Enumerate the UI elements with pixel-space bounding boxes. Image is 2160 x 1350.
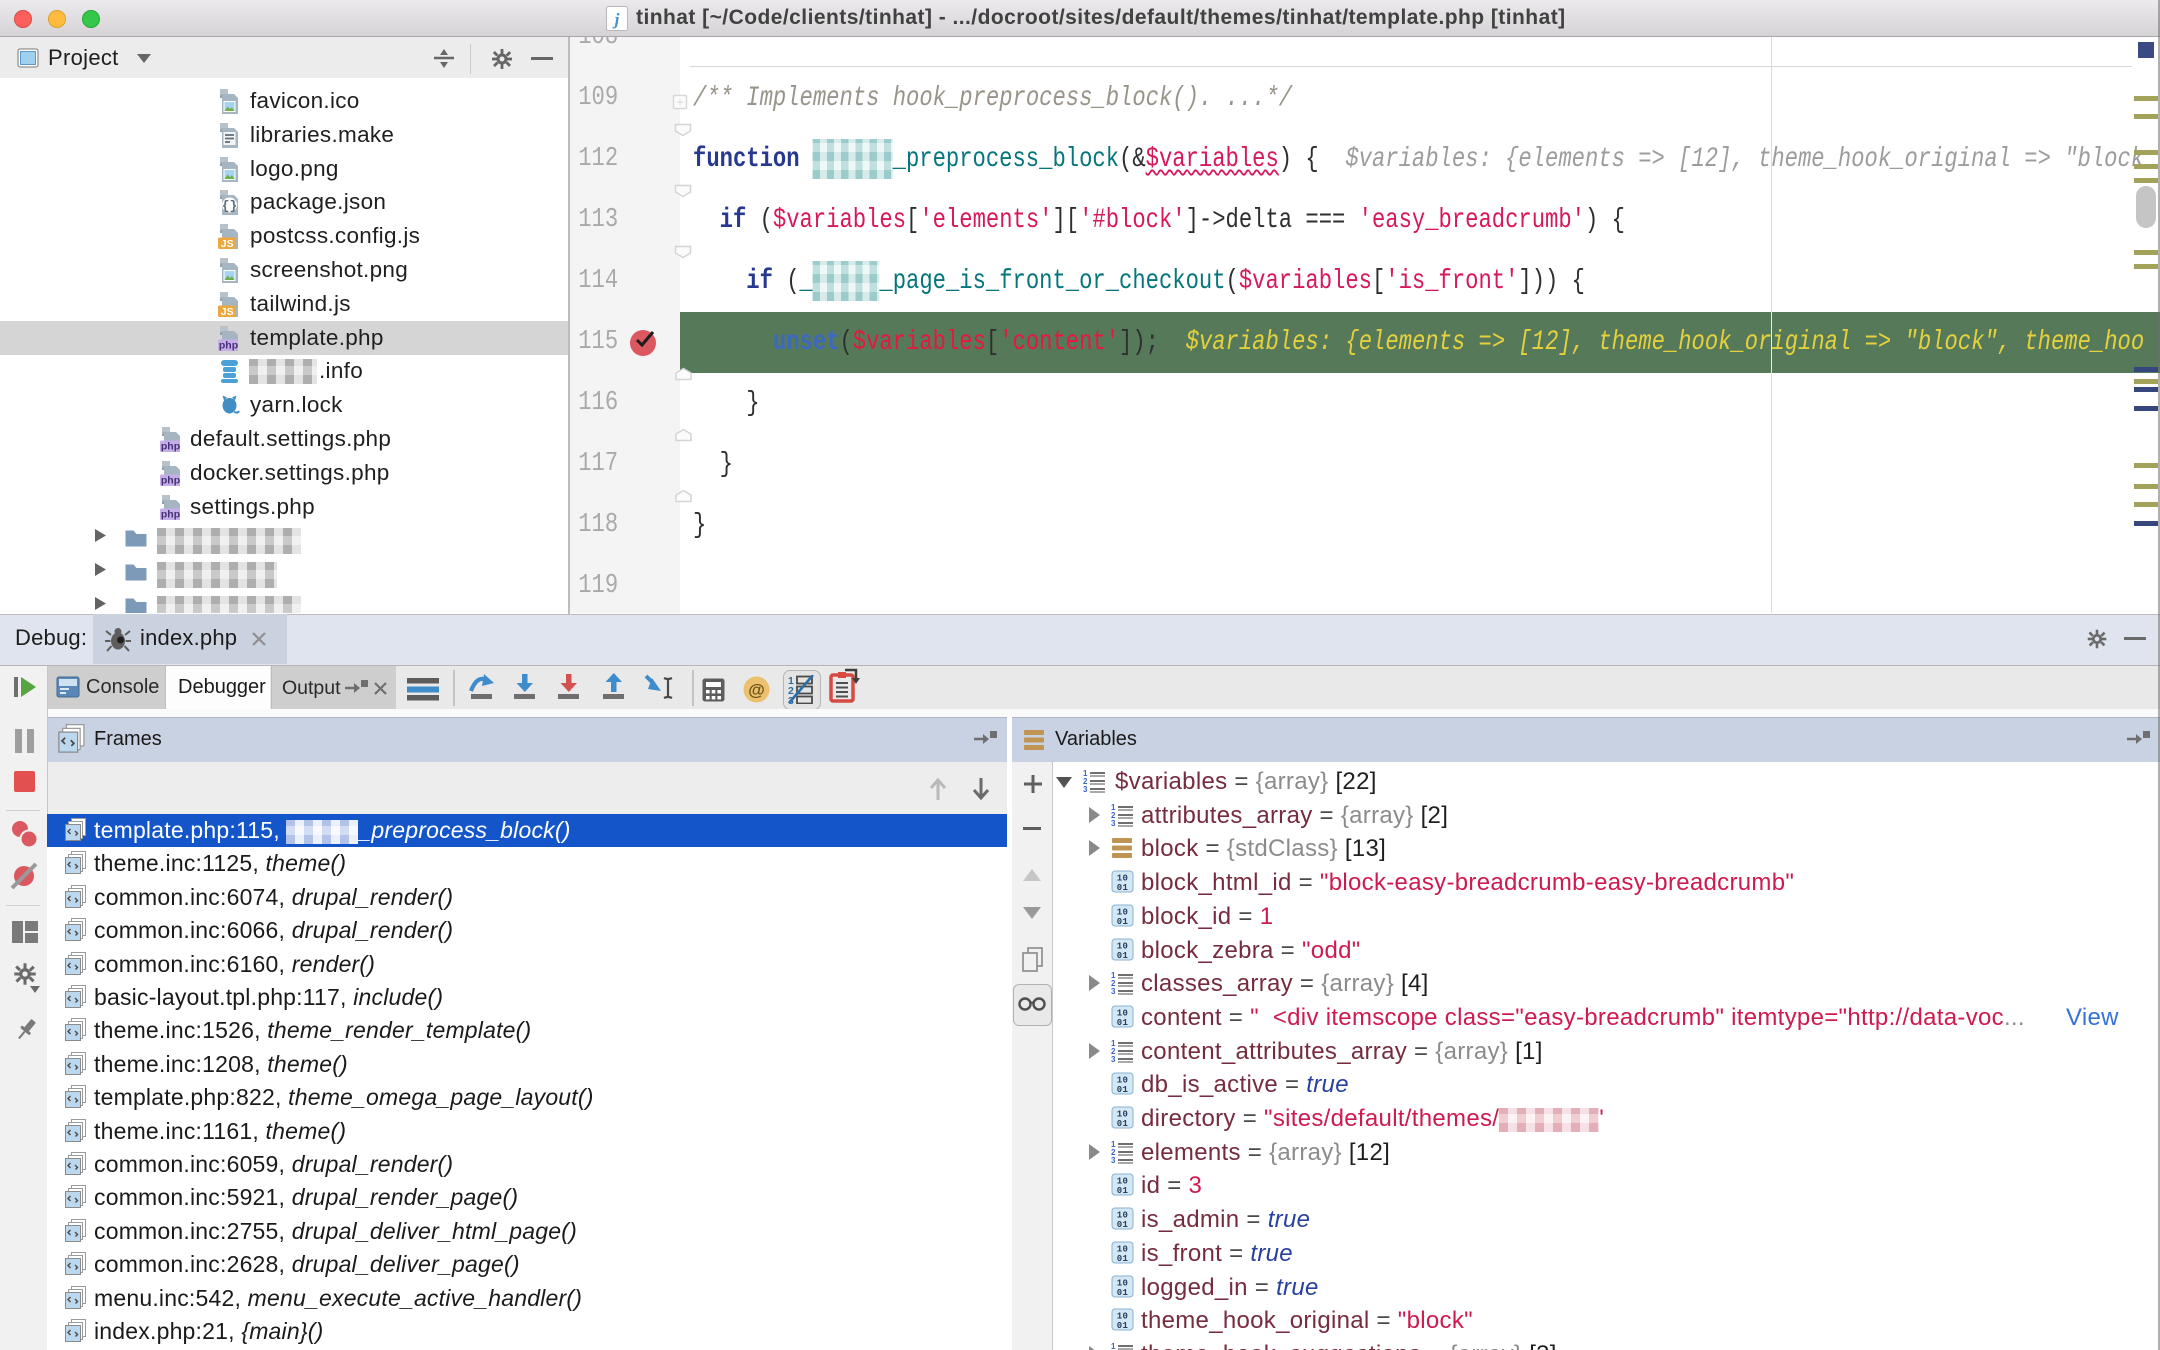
svg-text:@: @ (748, 681, 765, 700)
